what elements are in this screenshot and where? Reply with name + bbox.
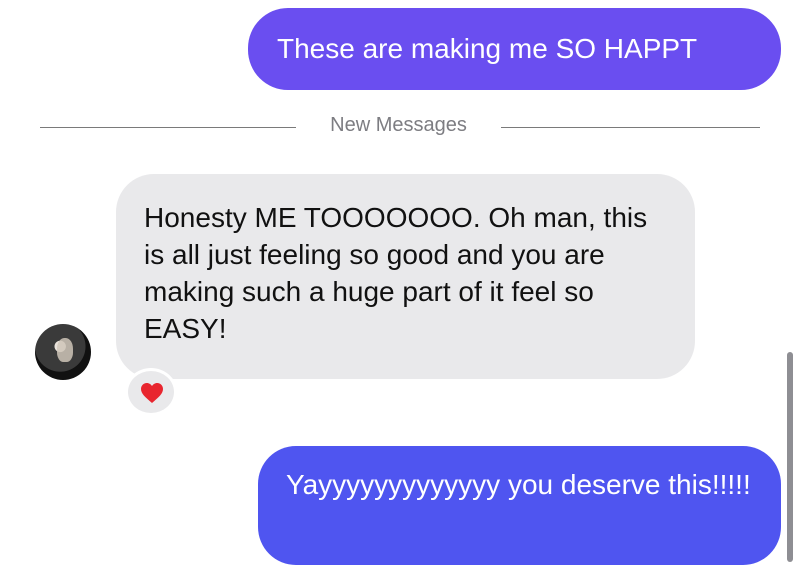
scrollbar[interactable] [787, 352, 793, 562]
outgoing-message-bubble[interactable]: These are making me SO HAPPT [248, 8, 781, 90]
divider-line-left [40, 127, 296, 128]
outgoing-message-bubble[interactable]: Yayyyyyyyyyyyyy you deserve this!!!!! [258, 446, 781, 565]
heart-reaction[interactable] [125, 368, 177, 416]
chat-thread: These are making me SO HAPPT New Message… [0, 0, 800, 574]
incoming-message-bubble[interactable]: Honesty ME TOOOOOOO. Oh man, this is all… [116, 174, 695, 379]
divider-line-right [501, 127, 760, 128]
contact-avatar[interactable] [35, 324, 91, 380]
new-messages-divider: New Messages [40, 112, 760, 142]
new-messages-label: New Messages [330, 114, 467, 136]
red-heart-icon [141, 383, 163, 403]
